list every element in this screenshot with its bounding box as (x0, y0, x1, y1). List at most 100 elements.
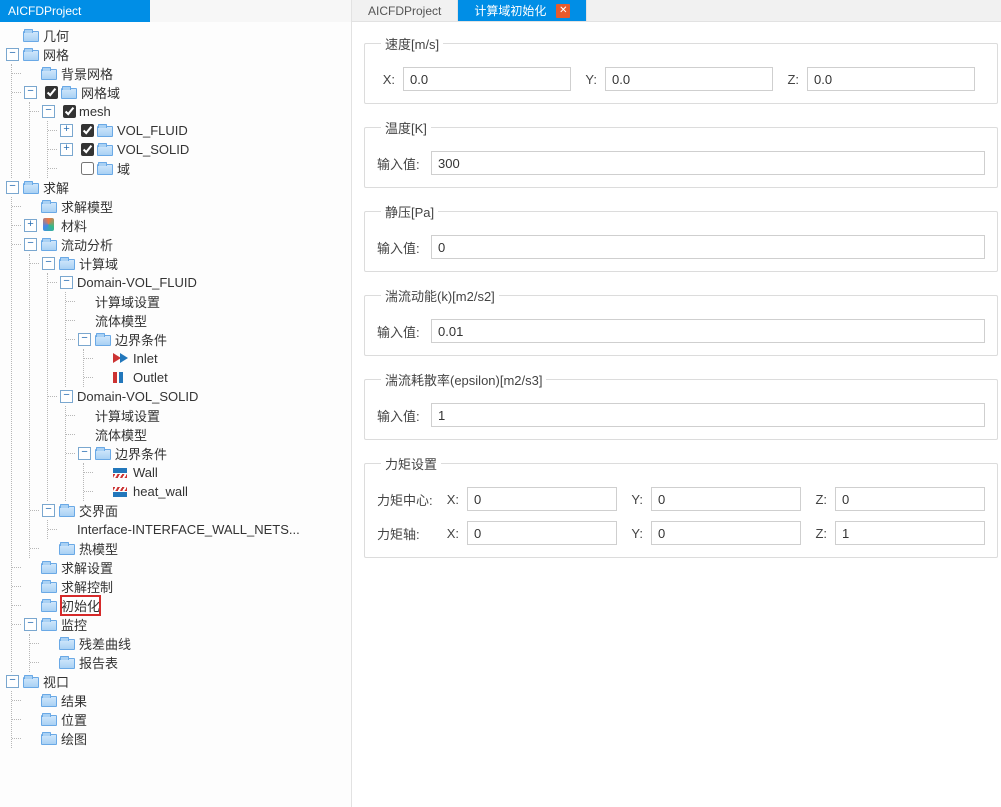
group-velocity: 速度[m/s] X: Y: Z: (364, 34, 998, 104)
heat-wall-icon (113, 485, 129, 499)
visibility-checkbox[interactable] (81, 124, 94, 137)
tree-item[interactable]: 视口 (43, 672, 69, 691)
velocity-z-input[interactable] (807, 67, 975, 91)
collapse-icon[interactable]: − (60, 390, 73, 403)
collapse-icon[interactable]: − (6, 181, 19, 194)
velocity-x-input[interactable] (403, 67, 571, 91)
label-x: X: (441, 526, 459, 541)
tree-item[interactable]: mesh (79, 104, 111, 119)
tree-item[interactable]: Domain-VOL_SOLID (77, 389, 198, 404)
collapse-icon[interactable]: − (42, 257, 55, 270)
collapse-icon[interactable]: − (24, 86, 37, 99)
tree-item[interactable]: 残差曲线 (79, 634, 131, 653)
tree-item[interactable]: 监控 (61, 615, 87, 634)
tree-item[interactable]: VOL_FLUID (117, 123, 188, 138)
collapse-icon[interactable]: − (78, 333, 91, 346)
tab-domain-init[interactable]: 计算域初始化✕ (458, 0, 587, 21)
tree-item[interactable]: 热模型 (79, 539, 118, 558)
left-tabbar: AICFDProject (0, 0, 351, 22)
tree-item[interactable]: 流体模型 (95, 311, 147, 330)
tree-item[interactable]: heat_wall (133, 484, 188, 499)
folder-icon (61, 88, 77, 99)
tree-item[interactable]: 流体模型 (95, 425, 147, 444)
tree-item[interactable]: 绘图 (61, 729, 87, 748)
moment-axis-y-input[interactable] (651, 521, 801, 545)
tree-item[interactable]: 网格 (43, 45, 69, 64)
folder-icon (41, 202, 57, 213)
tree-item[interactable]: Wall (133, 465, 158, 480)
tab-project[interactable]: AICFDProject (352, 0, 458, 21)
collapse-icon[interactable]: − (24, 618, 37, 631)
tree-item[interactable]: 边界条件 (115, 444, 167, 463)
label-z: Z: (809, 492, 827, 507)
visibility-checkbox[interactable] (81, 162, 94, 175)
project-tab[interactable]: AICFDProject (0, 0, 150, 22)
tree-item[interactable]: 材料 (61, 216, 87, 235)
group-legend: 湍流耗散率(epsilon)[m2/s3] (381, 370, 546, 389)
inlet-icon (113, 352, 129, 366)
outlet-icon (113, 371, 129, 385)
project-tree[interactable]: 几何 − 网格 背景网格 − 网格域 − mesh + VOL_FLUID + VOL_S… (0, 22, 351, 807)
label-y: Y: (625, 492, 643, 507)
collapse-icon[interactable]: − (6, 675, 19, 688)
collapse-icon[interactable]: − (42, 105, 55, 118)
folder-icon (59, 506, 75, 517)
tree-item[interactable]: VOL_SOLID (117, 142, 189, 157)
temperature-input[interactable] (431, 151, 985, 175)
visibility-checkbox[interactable] (63, 105, 76, 118)
tke-input[interactable] (431, 319, 985, 343)
expand-icon[interactable]: + (24, 219, 37, 232)
tree-item[interactable]: Domain-VOL_FLUID (77, 275, 197, 290)
tree-item[interactable]: 求解控制 (61, 577, 113, 596)
folder-icon (23, 50, 39, 61)
expand-icon[interactable]: + (60, 143, 73, 156)
moment-axis-x-input[interactable] (467, 521, 617, 545)
tree-item[interactable]: 报告表 (79, 653, 118, 672)
label-z: Z: (809, 526, 827, 541)
collapse-icon[interactable]: − (78, 447, 91, 460)
tree-item[interactable]: 求解设置 (61, 558, 113, 577)
visibility-checkbox[interactable] (45, 86, 58, 99)
tree-item[interactable]: 求解 (43, 178, 69, 197)
collapse-icon[interactable]: − (60, 276, 73, 289)
tree-item[interactable]: 域 (117, 159, 130, 178)
tree-item-initialization[interactable]: 初始化 (61, 596, 100, 615)
form-area: 速度[m/s] X: Y: Z: 温度[K] 输入值: 静压[Pa] 输入值: (352, 22, 1001, 807)
tree-item[interactable]: 交界面 (79, 501, 118, 520)
folder-icon (23, 183, 39, 194)
tree-item[interactable]: 计算域设置 (95, 406, 160, 425)
tree-item[interactable]: 求解模型 (61, 197, 113, 216)
tree-item[interactable]: 背景网格 (61, 64, 113, 83)
tree-item[interactable]: 几何 (43, 26, 69, 45)
collapse-icon[interactable]: − (24, 238, 37, 251)
close-icon[interactable]: ✕ (556, 4, 570, 18)
moment-center-x-input[interactable] (467, 487, 617, 511)
group-moment: 力矩设置 力矩中心: X: Y: Z: 力矩轴: X: Y: Z: (364, 454, 998, 558)
moment-axis-z-input[interactable] (835, 521, 985, 545)
folder-icon (95, 335, 111, 346)
tree-item[interactable]: 位置 (61, 710, 87, 729)
expand-icon[interactable]: + (60, 124, 73, 137)
moment-center-y-input[interactable] (651, 487, 801, 511)
tree-item[interactable]: 计算域设置 (95, 292, 160, 311)
input-label: 输入值: (377, 238, 423, 257)
tree-item[interactable]: Outlet (133, 370, 168, 385)
label-x: X: (377, 72, 395, 87)
visibility-checkbox[interactable] (81, 143, 94, 156)
group-legend: 湍流动能(k)[m2/s2] (381, 286, 499, 305)
collapse-icon[interactable]: − (6, 48, 19, 61)
collapse-icon[interactable]: − (42, 504, 55, 517)
tree-item[interactable]: 边界条件 (115, 330, 167, 349)
tree-item[interactable]: 结果 (61, 691, 87, 710)
folder-icon (41, 620, 57, 631)
tree-item[interactable]: Inlet (133, 351, 158, 366)
group-legend: 力矩设置 (381, 454, 441, 473)
tree-item[interactable]: 网格域 (81, 83, 120, 102)
pressure-input[interactable] (431, 235, 985, 259)
epsilon-input[interactable] (431, 403, 985, 427)
tree-item[interactable]: 计算域 (79, 254, 118, 273)
moment-center-z-input[interactable] (835, 487, 985, 511)
tree-item[interactable]: 流动分析 (61, 235, 113, 254)
velocity-y-input[interactable] (605, 67, 773, 91)
tree-item[interactable]: Interface-INTERFACE_WALL_NETS... (77, 522, 300, 537)
